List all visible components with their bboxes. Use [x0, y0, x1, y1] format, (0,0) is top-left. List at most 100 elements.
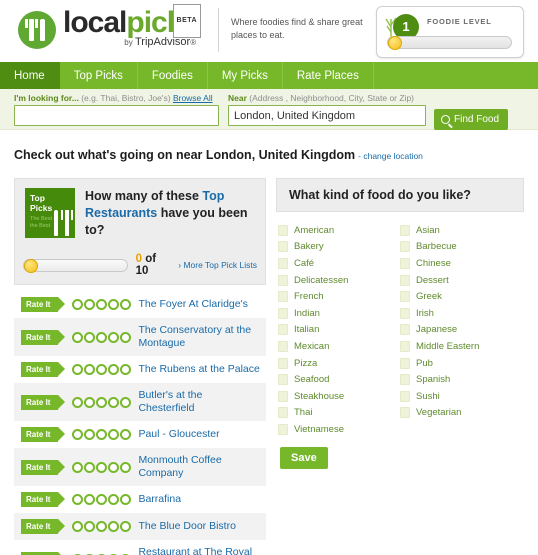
star-icon[interactable]	[96, 521, 108, 532]
save-button[interactable]: Save	[280, 446, 328, 469]
star-icon[interactable]	[120, 299, 132, 310]
foodie-progress-knob[interactable]	[388, 36, 402, 50]
star-icon[interactable]	[72, 521, 84, 532]
rate-it-button[interactable]: Rate It	[21, 459, 66, 475]
star-icon[interactable]	[108, 494, 120, 505]
star-icon[interactable]	[84, 521, 96, 532]
checkbox-icon[interactable]	[278, 224, 288, 236]
nav-item-foodies[interactable]: Foodies	[138, 62, 208, 89]
logo[interactable]: localpicks BETA by TripAdvisor®	[18, 4, 202, 49]
star-rating-control[interactable]	[72, 396, 132, 408]
star-icon[interactable]	[108, 331, 120, 343]
star-icon[interactable]	[96, 461, 108, 473]
checkbox-icon[interactable]	[278, 357, 288, 369]
checkbox-icon[interactable]	[278, 241, 288, 253]
restaurant-name-link[interactable]: The Rubens at the Palace	[138, 363, 259, 376]
star-icon[interactable]	[72, 494, 84, 505]
rate-it-button[interactable]: Rate It	[21, 427, 66, 442]
star-icon[interactable]	[84, 429, 96, 440]
star-rating-control[interactable]	[72, 461, 132, 473]
food-category-item[interactable]: Vegetarian	[400, 405, 522, 422]
star-icon[interactable]	[72, 461, 84, 473]
star-icon[interactable]	[96, 299, 108, 310]
food-category-item[interactable]: Sushi	[400, 388, 522, 405]
star-icon[interactable]	[96, 396, 108, 408]
star-icon[interactable]	[72, 331, 84, 343]
star-rating-control[interactable]	[72, 494, 132, 505]
rate-it-button[interactable]: Rate It	[21, 329, 66, 345]
star-icon[interactable]	[84, 299, 96, 310]
star-icon[interactable]	[96, 331, 108, 343]
food-category-item[interactable]: Barbecue	[400, 239, 522, 256]
star-icon[interactable]	[84, 331, 96, 343]
location-input[interactable]	[228, 105, 426, 126]
food-category-item[interactable]: Steakhouse	[278, 388, 400, 405]
restaurant-name-link[interactable]: Barrafina	[138, 493, 181, 506]
checkbox-icon[interactable]	[278, 274, 288, 286]
change-location-link[interactable]: - change location	[358, 151, 423, 161]
checkbox-icon[interactable]	[400, 324, 410, 336]
checkbox-icon[interactable]	[400, 357, 410, 369]
star-rating-control[interactable]	[72, 429, 132, 440]
star-icon[interactable]	[120, 396, 132, 408]
star-icon[interactable]	[108, 521, 120, 532]
food-category-item[interactable]: Pub	[400, 355, 522, 372]
star-icon[interactable]	[84, 364, 96, 375]
star-icon[interactable]	[120, 429, 132, 440]
nav-item-home[interactable]: Home	[0, 62, 60, 89]
checkbox-icon[interactable]	[278, 374, 288, 386]
food-category-item[interactable]: Greek	[400, 288, 522, 305]
checkbox-icon[interactable]	[400, 407, 410, 419]
food-category-item[interactable]: Italian	[278, 322, 400, 339]
restaurant-name-link[interactable]: Paul - Gloucester	[138, 428, 219, 441]
star-icon[interactable]	[84, 461, 96, 473]
food-category-item[interactable]: Seafood	[278, 371, 400, 388]
food-category-item[interactable]: Delicatessen	[278, 272, 400, 289]
food-category-item[interactable]: Spanish	[400, 371, 522, 388]
nav-item-rate-places[interactable]: Rate Places	[283, 62, 374, 89]
star-icon[interactable]	[108, 429, 120, 440]
star-icon[interactable]	[96, 494, 108, 505]
checkbox-icon[interactable]	[278, 390, 288, 402]
star-icon[interactable]	[96, 364, 108, 375]
rate-it-button[interactable]: Rate It	[21, 297, 66, 312]
food-category-item[interactable]: Middle Eastern	[400, 338, 522, 355]
star-icon[interactable]	[120, 521, 132, 532]
star-icon[interactable]	[120, 364, 132, 375]
rate-it-button[interactable]: Rate It	[21, 362, 66, 377]
food-category-item[interactable]: Pizza	[278, 355, 400, 372]
checkbox-icon[interactable]	[278, 340, 288, 352]
star-icon[interactable]	[96, 429, 108, 440]
food-category-item[interactable]: American	[278, 222, 400, 239]
checkbox-icon[interactable]	[278, 423, 288, 435]
browse-all-link[interactable]: Browse All	[173, 93, 213, 103]
star-icon[interactable]	[108, 364, 120, 375]
find-food-button[interactable]: Find Food	[434, 109, 509, 130]
food-category-item[interactable]: Café	[278, 255, 400, 272]
food-category-item[interactable]: Asian	[400, 222, 522, 239]
checkbox-icon[interactable]	[278, 291, 288, 303]
nav-item-top-picks[interactable]: Top Picks	[60, 62, 138, 89]
star-icon[interactable]	[72, 299, 84, 310]
star-rating-control[interactable]	[72, 521, 132, 532]
star-icon[interactable]	[120, 461, 132, 473]
checkbox-icon[interactable]	[278, 324, 288, 336]
rate-it-button[interactable]: Rate It	[21, 551, 66, 555]
restaurant-name-link[interactable]: The Foyer At Claridge's	[138, 298, 247, 311]
food-category-item[interactable]: Vietnamese	[278, 421, 400, 438]
food-category-item[interactable]: Chinese	[400, 255, 522, 272]
food-category-item[interactable]: Dessert	[400, 272, 522, 289]
star-icon[interactable]	[84, 396, 96, 408]
food-category-item[interactable]: Mexican	[278, 338, 400, 355]
restaurant-name-link[interactable]: Butler's at the Chesterfield	[138, 389, 260, 415]
checkbox-icon[interactable]	[400, 390, 410, 402]
checkbox-icon[interactable]	[400, 241, 410, 253]
more-top-pick-lists-link[interactable]: › More Top Pick Lists	[178, 260, 257, 270]
star-rating-control[interactable]	[72, 331, 132, 343]
star-icon[interactable]	[108, 396, 120, 408]
star-icon[interactable]	[84, 494, 96, 505]
star-rating-control[interactable]	[72, 299, 132, 310]
restaurant-name-link[interactable]: Restaurant at The Royal Horseguards	[138, 546, 260, 555]
visited-progress-knob[interactable]	[24, 258, 38, 273]
food-category-item[interactable]: French	[278, 288, 400, 305]
